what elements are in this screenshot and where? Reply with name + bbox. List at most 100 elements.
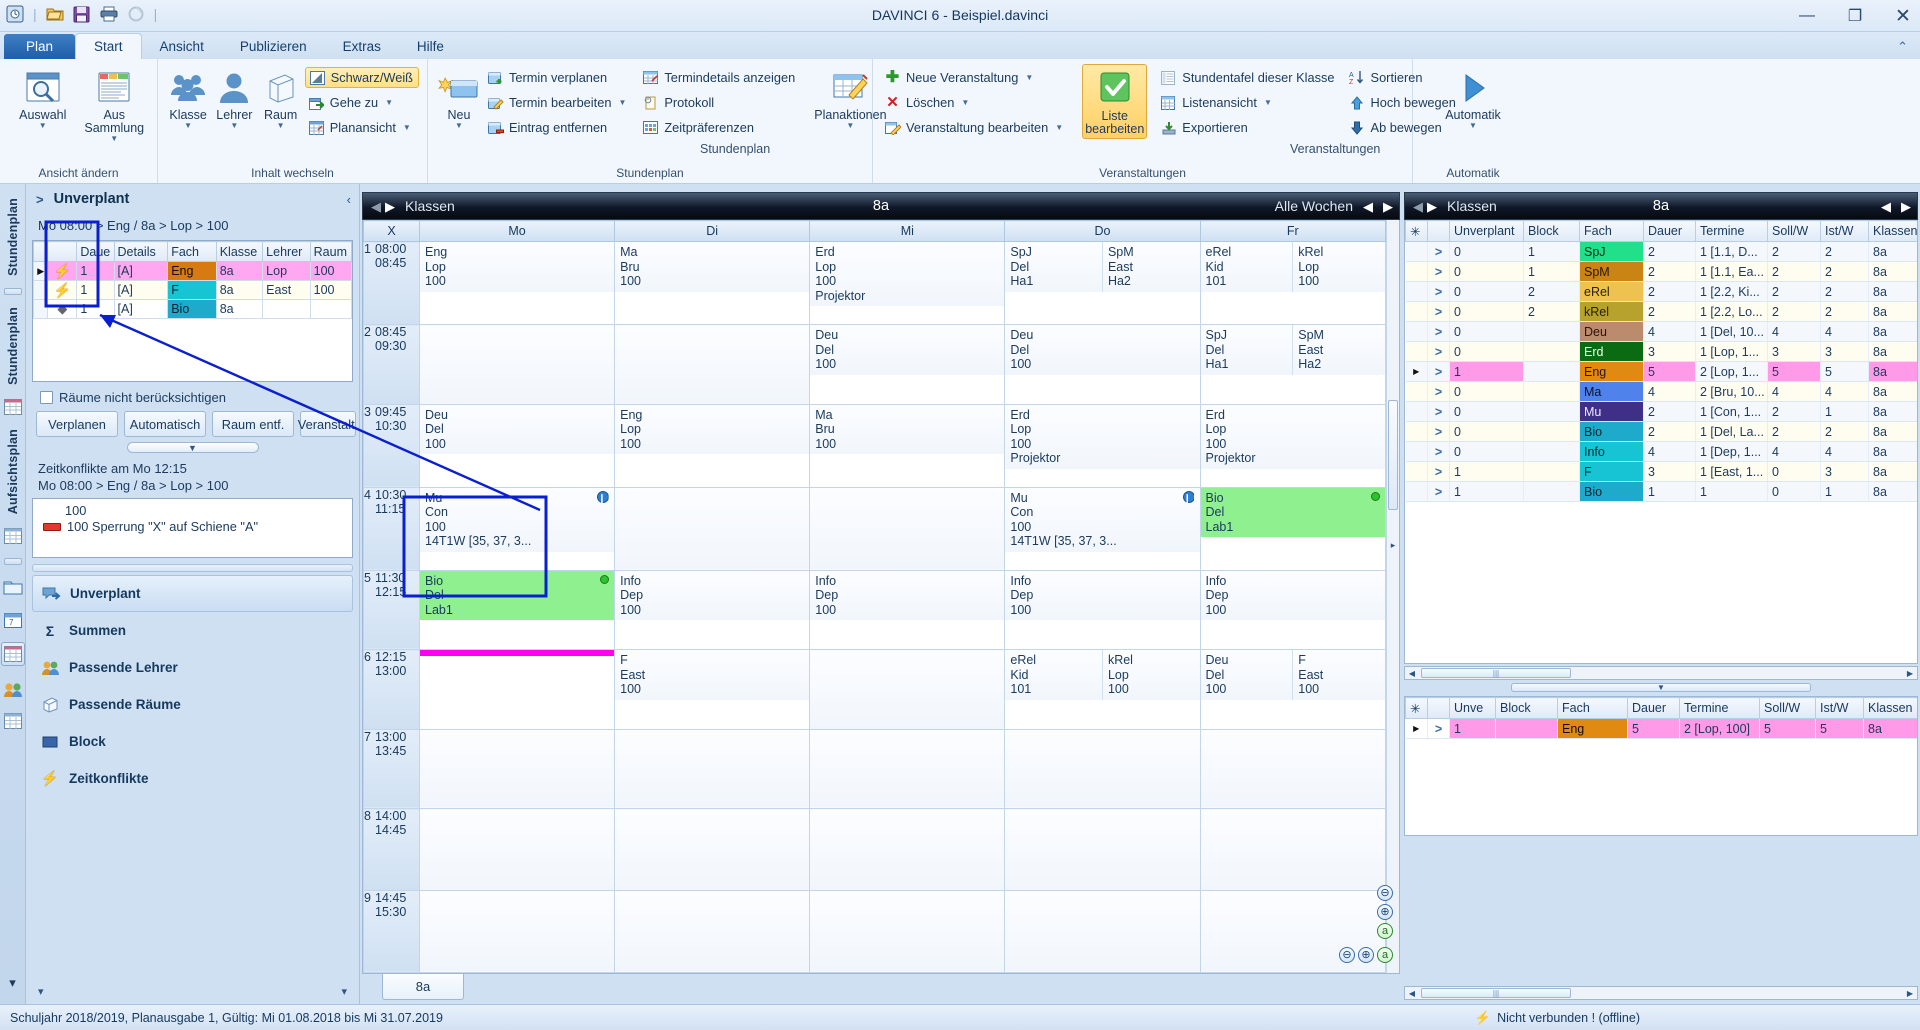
tab-plan[interactable]: Plan (4, 34, 76, 59)
detail-col-termine[interactable]: Termine (1679, 697, 1760, 719)
zoom-auto-button-2[interactable]: a (1377, 947, 1393, 963)
lesson-block[interactable]: Info Dep 100 (1200, 570, 1385, 621)
tab-ansicht[interactable]: Ansicht (142, 34, 222, 59)
sidebar-item-summen[interactable]: Σ Summen (32, 612, 353, 649)
lesson-block[interactable]: Deu Del 100 (1005, 325, 1200, 375)
chevron-down-icon[interactable]: ▼ (39, 122, 47, 130)
timetable-cell[interactable] (809, 728, 1006, 810)
timetable-cell[interactable]: Eng Lop 100 (418, 240, 616, 326)
events-col-ist-w[interactable]: Ist/W (1820, 220, 1869, 242)
table-row[interactable]: >0 Erd 3 1 [Lop, 1... 3 3 8a (1405, 341, 1917, 362)
sidebar-item-passende-lehrer[interactable]: Passende Lehrer (32, 649, 353, 686)
col-daue[interactable]: Daue (76, 241, 115, 262)
raeume-checkbox-row[interactable]: Räume nicht berücksichtigen (26, 382, 359, 411)
raum-entf-button[interactable]: Raum entf. (212, 411, 294, 437)
table-row[interactable]: ▶>1Eng52 [Lop, 100]558aLo (1405, 718, 1917, 739)
lesson-block[interactable]: Erd Lop 100 Projektor (810, 242, 1005, 306)
timetable-cell[interactable] (418, 649, 616, 730)
lesson-block[interactable]: Mu Con 100 14T1W [35, 37, 3... ❙❙ (420, 487, 615, 552)
lesson-block[interactable]: Erd Lop 100 Projektor (1005, 404, 1200, 469)
lesson-block[interactable]: Deu Del 100 (420, 404, 615, 455)
exportieren-button[interactable]: Exportieren (1157, 117, 1339, 138)
lesson-block[interactable]: Deu Del 100 (1200, 650, 1294, 700)
tab-start[interactable]: Start (75, 33, 142, 59)
timetable-cell[interactable] (418, 889, 616, 973)
veranstalt-button[interactable]: Veranstalt. (298, 411, 358, 437)
chevron-down-icon[interactable]: ▼ (403, 123, 411, 132)
chevron-down-icon[interactable]: ▼ (110, 135, 118, 143)
sidebar-item-zeitkonflikte[interactable]: ⚡ Zeitkonflikte (32, 760, 353, 797)
timetable-cell[interactable] (418, 728, 616, 810)
left-panel-splitbar[interactable] (32, 564, 353, 572)
lehrer-button[interactable]: Lehrer ▼ (212, 64, 256, 131)
detail-col-x[interactable] (1427, 697, 1450, 719)
raum-button[interactable]: Raum ▼ (259, 64, 303, 131)
lesson-block[interactable]: eRel Kid 101 (1005, 650, 1103, 700)
timetable-cell[interactable] (418, 808, 616, 891)
timetable-cell[interactable] (809, 649, 1006, 730)
chevron-down-icon[interactable]: ▼ (846, 122, 854, 130)
unplanned-table[interactable]: Daue Details Fach Klasse Lehrer Raum ▶ ⚡ (32, 240, 353, 382)
neu-button[interactable]: Neu ▼ (436, 64, 482, 131)
timetable-cell[interactable]: Erd Lop 100 Projektor (1004, 403, 1201, 488)
lesson-block[interactable]: kRel Lop 100 (1102, 650, 1200, 700)
th-mo[interactable]: Mo (418, 220, 616, 242)
table-row[interactable]: >0 1 SpJ 2 1 [1.1, D... 2 2 8a (1405, 241, 1917, 262)
detail-col-klassen[interactable]: Klassen (1863, 697, 1917, 719)
col-details[interactable]: Details (113, 241, 169, 262)
raeume-checkbox[interactable] (40, 391, 53, 404)
lesson-block[interactable]: Erd Lop 100 Projektor (1200, 404, 1385, 469)
splitter-handle[interactable]: ▼ (1511, 682, 1811, 692)
zoom-out-button[interactable]: ⊖ (1377, 885, 1393, 901)
timetable-cell[interactable] (1004, 808, 1201, 891)
table-row[interactable]: >0 Deu 4 1 [Del, 10... 4 4 8a (1405, 321, 1917, 342)
chevron-down-icon[interactable]: ▼ (277, 122, 285, 130)
lesson-block[interactable] (420, 650, 615, 657)
chevron-down-icon[interactable]: ▼ (618, 98, 626, 107)
timetable-cell[interactable]: Erd Lop 100 Projektor (809, 240, 1006, 326)
timetable-cell[interactable] (1004, 889, 1201, 973)
chevron-down-icon[interactable]: ▼ (1055, 123, 1063, 132)
zoom-out-button-2[interactable]: ⊖ (1339, 947, 1355, 963)
zeitpraeferenzen-button[interactable]: Zeitpräferenzen (639, 117, 800, 138)
expand-icon[interactable]: > (36, 192, 44, 207)
chevron-down-icon[interactable]: ▼ (1264, 98, 1272, 107)
listenansicht-button[interactable]: Listenansicht ▼ (1157, 92, 1339, 113)
timetable-cell[interactable]: SpJ Del Ha1 SpM East Ha2 (1199, 324, 1386, 405)
timetable-cell[interactable] (809, 889, 1006, 973)
timetable-cell[interactable] (1004, 728, 1201, 810)
events-col-unverplant[interactable]: Unverplant (1449, 220, 1524, 242)
table-row[interactable]: ◆ 1 [A] Bio 8a (33, 299, 352, 319)
table-row[interactable]: >0 1 SpM 2 1 [1.1, Ea... 2 2 8a (1405, 261, 1917, 282)
th-mi[interactable]: Mi (809, 220, 1006, 242)
termin-verplanen-button[interactable]: Termin verplanen (484, 67, 631, 88)
lesson-block[interactable]: SpM East Ha2 (1293, 325, 1385, 375)
tab-hilfe[interactable]: Hilfe (399, 34, 462, 59)
timetable-cell[interactable]: Eng Lop 100 (614, 403, 811, 488)
col-klasse[interactable]: Klasse (215, 241, 264, 262)
lesson-block[interactable]: Info Dep 100 (810, 570, 1005, 621)
timetable-cell[interactable] (1199, 808, 1386, 891)
sidebar-item-block[interactable]: Block (32, 723, 353, 760)
timetable-cell[interactable]: Deu Del 100 (418, 403, 616, 488)
termindetails-anzeigen-button[interactable]: Termindetails anzeigen (639, 67, 800, 88)
events-col--[interactable]: ✳ (1405, 220, 1428, 242)
timetable-cell[interactable]: Info Dep 100 (809, 569, 1006, 651)
timetable-cell[interactable]: Deu Del 100 (1004, 324, 1201, 405)
lesson-block[interactable]: SpM East Ha2 (1102, 242, 1200, 292)
detail-hscrollbar[interactable]: ◀ ||| ▶ (1404, 986, 1918, 1000)
timetable-cell[interactable] (418, 324, 616, 405)
lesson-block[interactable]: Info Dep 100 (615, 570, 810, 621)
events-col-soll-w[interactable]: Soll/W (1767, 220, 1821, 242)
sidebar-item-unverplant[interactable]: Unverplant (32, 575, 353, 612)
chevron-down-icon[interactable]: ▼ (455, 122, 463, 130)
table-row[interactable]: >0 Bio 2 1 [Del, La... 2 2 8a (1405, 421, 1917, 442)
table-row[interactable]: ▶ >1 Eng 5 2 [Lop, 1... 5 5 8a (1405, 361, 1917, 382)
table-row[interactable]: >0 Mu 2 1 [Con, 1... 2 1 8a (1405, 401, 1917, 422)
planansicht-button[interactable]: Planansicht ▼ (305, 117, 419, 138)
timetable-cell[interactable]: F East 100 (614, 649, 811, 730)
events-hscrollbar[interactable]: ◀ ||| ▶ (1404, 666, 1918, 680)
liste-bearbeiten-button[interactable]: Liste bearbeiten (1082, 64, 1148, 140)
th-do[interactable]: Do (1004, 220, 1201, 242)
right-panel-splitter[interactable]: ▼ (1404, 680, 1918, 694)
